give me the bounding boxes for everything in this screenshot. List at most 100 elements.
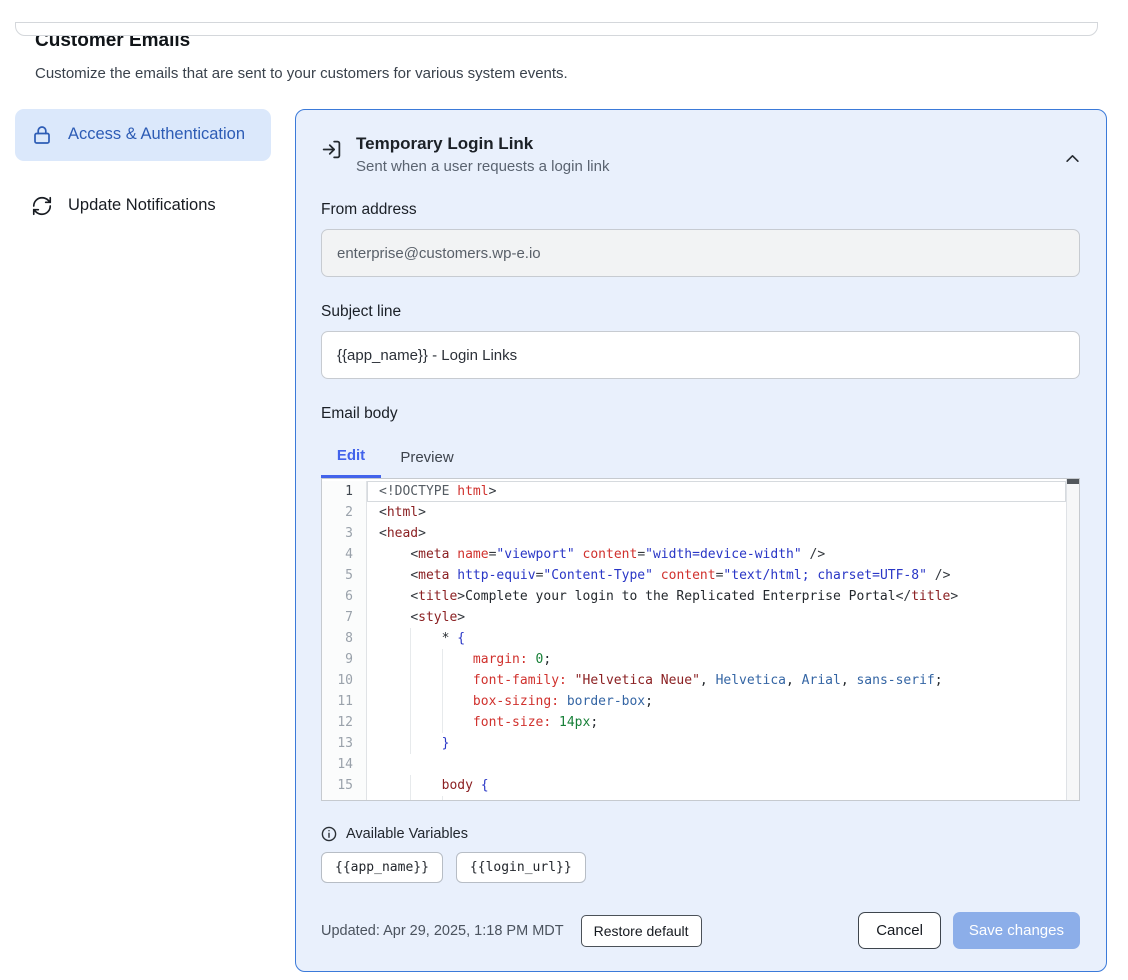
restore-default-button[interactable]: Restore default xyxy=(581,915,702,947)
collapse-button[interactable] xyxy=(1065,142,1080,175)
code-line-content[interactable]: body { xyxy=(367,775,1066,796)
line-number: 1 xyxy=(322,481,367,502)
panel-subtitle: Sent when a user requests a login link xyxy=(356,158,1051,175)
indent-guide xyxy=(410,670,411,691)
variable-chip[interactable]: {{login_url}} xyxy=(456,852,586,883)
indent-guide xyxy=(442,649,443,670)
variable-chip[interactable]: {{app_name}} xyxy=(321,852,443,883)
code-line[interactable]: 3<head> xyxy=(322,523,1066,544)
code-line[interactable]: 8 * { xyxy=(322,628,1066,649)
code-line[interactable]: 4 <meta name="viewport" content="width=d… xyxy=(322,544,1066,565)
indent-guide xyxy=(442,796,443,801)
code-line-content[interactable]: font-family: "Helvetica Neue", Helvetica… xyxy=(367,670,1066,691)
indent-guide xyxy=(410,733,411,754)
indent-guide xyxy=(410,649,411,670)
lock-icon xyxy=(31,124,53,146)
panel-footer: Updated: Apr 29, 2025, 1:18 PM MDT Resto… xyxy=(321,912,1080,949)
line-number: 10 xyxy=(322,670,367,691)
tab-edit[interactable]: Edit xyxy=(321,437,381,478)
line-number: 16 xyxy=(322,796,367,801)
editor-scrollbar-thumb[interactable] xyxy=(1067,479,1079,484)
indent-guide xyxy=(410,712,411,733)
indent-guide xyxy=(410,796,411,801)
code-line[interactable]: 7 <style> xyxy=(322,607,1066,628)
sidebar-item-label: Update Notifications xyxy=(68,194,216,218)
code-line[interactable]: 15 body { xyxy=(322,775,1066,796)
code-line[interactable]: 2<html> xyxy=(322,502,1066,523)
refresh-icon xyxy=(31,195,53,217)
line-number: 5 xyxy=(322,565,367,586)
info-icon xyxy=(321,826,337,842)
login-icon xyxy=(321,139,342,175)
previous-card-bottom-edge xyxy=(15,22,1098,36)
indent-guide xyxy=(410,628,411,649)
indent-guide xyxy=(442,670,443,691)
line-number: 8 xyxy=(322,628,367,649)
indent-guide xyxy=(442,712,443,733)
available-variables-row: Available Variables xyxy=(321,826,1080,842)
code-line[interactable]: 6 <title>Complete your login to the Repl… xyxy=(322,586,1066,607)
cancel-button[interactable]: Cancel xyxy=(858,912,941,949)
line-number: 11 xyxy=(322,691,367,712)
updated-timestamp: Updated: Apr 29, 2025, 1:18 PM MDT xyxy=(321,923,564,939)
line-number: 2 xyxy=(322,502,367,523)
indent-guide xyxy=(442,691,443,712)
code-line-content[interactable]: <meta name="viewport" content="width=dev… xyxy=(367,544,1066,565)
code-line[interactable]: 1<!DOCTYPE html> xyxy=(322,481,1066,502)
email-settings-panel: Temporary Login Link Sent when a user re… xyxy=(295,109,1107,972)
line-number: 12 xyxy=(322,712,367,733)
sidebar-item-access-authentication[interactable]: Access & Authentication xyxy=(15,109,271,161)
code-line-content[interactable] xyxy=(367,754,1066,775)
email-body-tabs: Edit Preview xyxy=(321,437,1080,478)
code-line-content[interactable]: <head> xyxy=(367,523,1066,544)
chevron-up-icon xyxy=(1065,154,1080,163)
line-number: 14 xyxy=(322,754,367,775)
from-address-label: From address xyxy=(321,201,1080,219)
code-line[interactable]: 9 margin: 0; xyxy=(322,649,1066,670)
panel-header-text: Temporary Login Link Sent when a user re… xyxy=(356,134,1051,175)
line-number: 9 xyxy=(322,649,367,670)
content-area: Access & Authentication Update Notificat… xyxy=(15,109,1107,972)
sidebar-item-label: Access & Authentication xyxy=(68,123,245,147)
save-changes-button[interactable]: Save changes xyxy=(953,912,1080,949)
panel-title: Temporary Login Link xyxy=(356,134,1051,154)
line-number: 7 xyxy=(322,607,367,628)
subject-line-input[interactable] xyxy=(321,331,1080,379)
code-line-content[interactable]: background-color: #ffffff; xyxy=(367,796,1066,801)
sidebar-item-update-notifications[interactable]: Update Notifications xyxy=(15,180,271,232)
available-variables-label: Available Variables xyxy=(346,826,468,842)
editor-scrollbar-track[interactable] xyxy=(1066,479,1079,800)
code-line-content[interactable]: box-sizing: border-box; xyxy=(367,691,1066,712)
code-line-content[interactable]: <!DOCTYPE html> xyxy=(367,481,1066,502)
code-line-content[interactable]: * { xyxy=(367,628,1066,649)
panel-header: Temporary Login Link Sent when a user re… xyxy=(321,134,1080,175)
code-line[interactable]: 5 <meta http-equiv="Content-Type" conten… xyxy=(322,565,1066,586)
line-number: 13 xyxy=(322,733,367,754)
code-line-content[interactable]: } xyxy=(367,733,1066,754)
indent-guide xyxy=(410,691,411,712)
code-line[interactable]: 16 background-color: #ffffff; xyxy=(322,796,1066,801)
code-line[interactable]: 13 } xyxy=(322,733,1066,754)
line-number: 3 xyxy=(322,523,367,544)
line-number: 6 xyxy=(322,586,367,607)
code-line-content[interactable]: margin: 0; xyxy=(367,649,1066,670)
line-number: 4 xyxy=(322,544,367,565)
variable-chips: {{app_name}} {{login_url}} xyxy=(321,852,1080,883)
code-line-content[interactable]: <html> xyxy=(367,502,1066,523)
code-line-content[interactable]: <style> xyxy=(367,607,1066,628)
from-address-input xyxy=(321,229,1080,277)
code-line[interactable]: 12 font-size: 14px; xyxy=(322,712,1066,733)
code-line[interactable]: 10 font-family: "Helvetica Neue", Helvet… xyxy=(322,670,1066,691)
page-subtitle: Customize the emails that are sent to yo… xyxy=(35,65,1093,82)
code-line[interactable]: 11 box-sizing: border-box; xyxy=(322,691,1066,712)
line-number: 15 xyxy=(322,775,367,796)
tab-preview[interactable]: Preview xyxy=(381,437,473,478)
subject-line-label: Subject line xyxy=(321,303,1080,321)
code-line[interactable]: 14 xyxy=(322,754,1066,775)
page-header: Customer Emails Customize the emails tha… xyxy=(35,30,1093,82)
email-body-label: Email body xyxy=(321,405,1080,423)
code-line-content[interactable]: <title>Complete your login to the Replic… xyxy=(367,586,1066,607)
code-line-content[interactable]: <meta http-equiv="Content-Type" content=… xyxy=(367,565,1066,586)
code-editor[interactable]: 1<!DOCTYPE html>2<html>3<head>4 <meta na… xyxy=(321,478,1080,801)
code-line-content[interactable]: font-size: 14px; xyxy=(367,712,1066,733)
